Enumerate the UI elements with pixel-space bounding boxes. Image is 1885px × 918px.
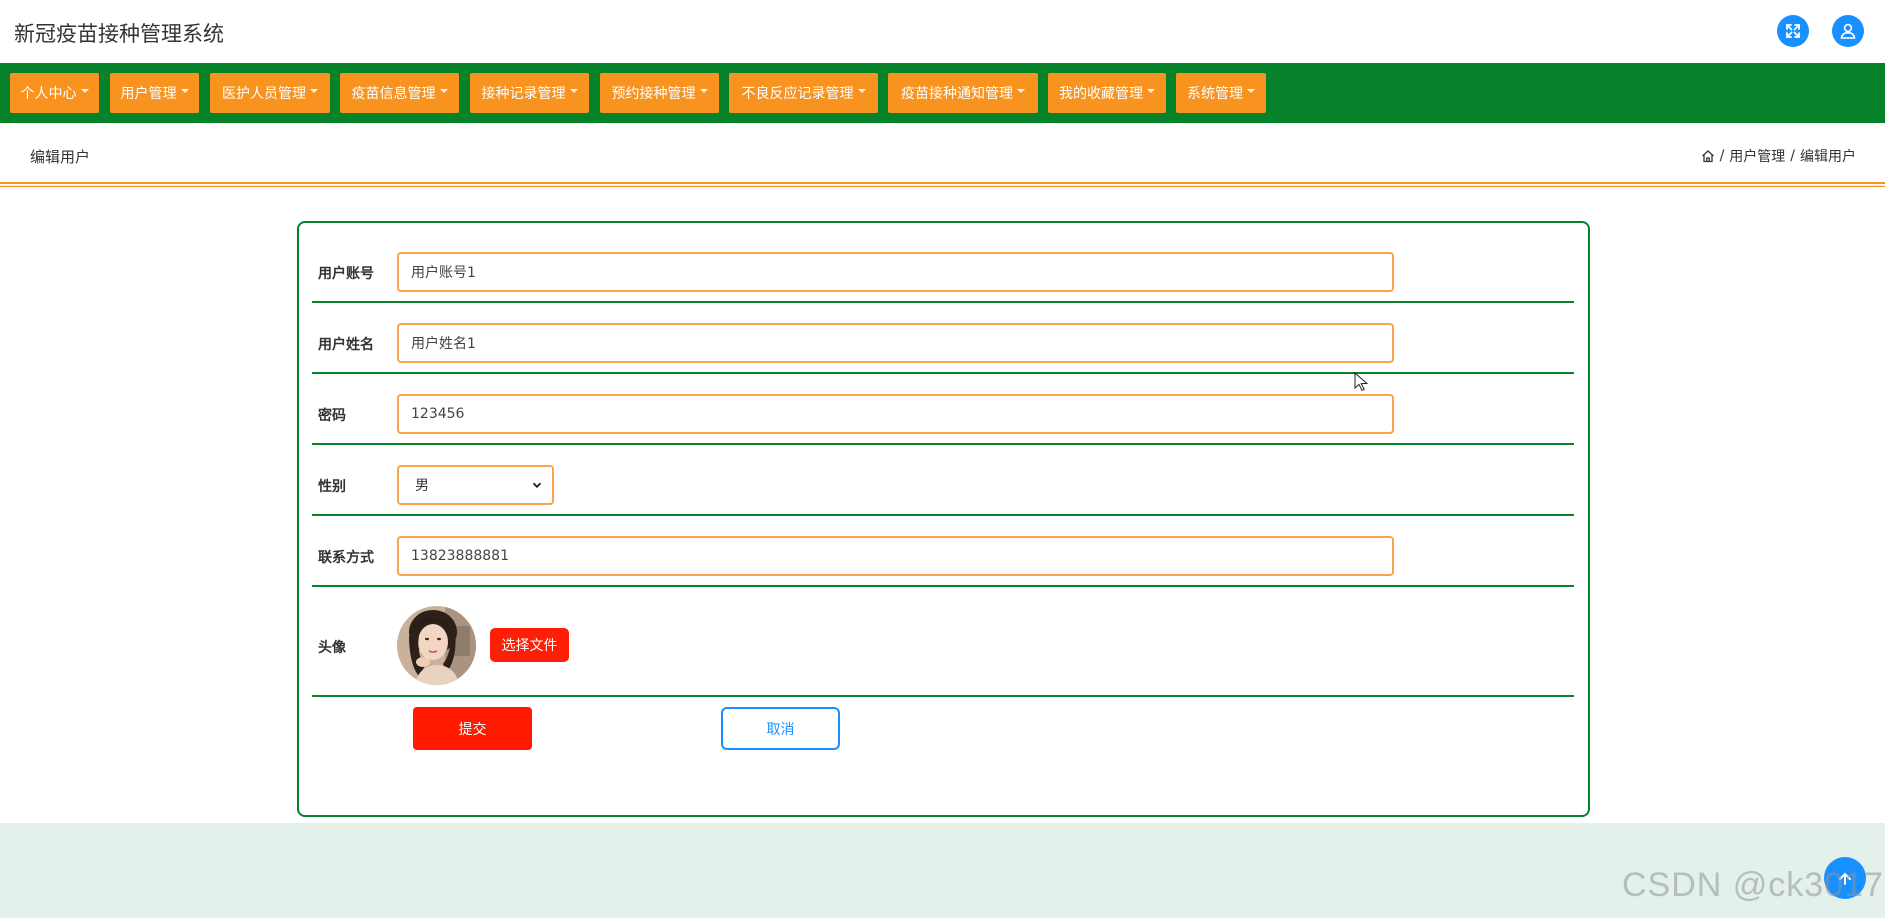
phone-input[interactable]	[397, 536, 1394, 576]
nav-item-favorites-management[interactable]: 我的收藏管理	[1048, 73, 1166, 113]
row-divider	[312, 301, 1574, 303]
breadcrumb-item-user-management[interactable]: 用户管理	[1729, 146, 1785, 166]
breadcrumb-bar: 编辑用户 / 用户管理 / 编辑用户	[0, 123, 1885, 185]
nav-item-label: 系统管理	[1187, 86, 1243, 102]
choose-file-button[interactable]: 选择文件	[490, 628, 569, 662]
nav-item-label: 用户管理	[120, 86, 177, 102]
fullscreen-icon[interactable]	[1777, 15, 1809, 47]
caret-down-icon	[310, 89, 318, 93]
nav-item-user-management[interactable]: 用户管理	[110, 73, 199, 113]
avatar-label: 头像	[318, 640, 346, 656]
nav-item-vaccination-notice-management[interactable]: 疫苗接种通知管理	[888, 73, 1038, 113]
nav-item-personal-center[interactable]: 个人中心	[10, 73, 99, 113]
row-divider	[312, 585, 1574, 587]
caret-down-icon	[1017, 89, 1025, 93]
app-title: 新冠疫苗接种管理系统	[14, 22, 224, 46]
watermark: CSDN @ck3017	[1622, 866, 1884, 904]
home-icon[interactable]	[1701, 149, 1715, 163]
gender-label: 性别	[318, 479, 346, 495]
main-nav: 个人中心 用户管理 医护人员管理 疫苗信息管理 接种记录管理 预约接种管理 不良…	[0, 63, 1885, 123]
avatar-image	[397, 606, 476, 685]
name-input[interactable]	[397, 323, 1394, 363]
nav-item-label: 我的收藏管理	[1059, 86, 1143, 102]
submit-button[interactable]: 提交	[413, 707, 532, 750]
cancel-button[interactable]: 取消	[721, 707, 840, 750]
password-label: 密码	[318, 408, 346, 424]
nav-item-vaccination-record-management[interactable]: 接种记录管理	[470, 73, 589, 113]
name-label: 用户姓名	[318, 337, 374, 353]
nav-item-label: 医护人员管理	[222, 86, 306, 102]
nav-item-appointment-management[interactable]: 预约接种管理	[600, 73, 719, 113]
mouse-cursor-icon	[1354, 372, 1368, 392]
row-divider	[312, 695, 1574, 697]
caret-down-icon	[1147, 89, 1155, 93]
breadcrumb-item-edit-user: 编辑用户	[1800, 149, 1856, 165]
phone-label: 联系方式	[318, 550, 374, 566]
caret-down-icon	[439, 89, 448, 93]
breadcrumb-separator: /	[1790, 148, 1795, 164]
caret-down-icon	[80, 89, 89, 93]
nav-item-label: 个人中心	[20, 86, 77, 102]
nav-item-label: 预约接种管理	[611, 86, 696, 102]
gender-select[interactable]: 男	[397, 465, 554, 505]
account-label: 用户账号	[318, 266, 374, 282]
gender-select-value: 男	[415, 478, 429, 494]
account-input[interactable]	[397, 252, 1394, 292]
nav-item-label: 疫苗接种通知管理	[901, 86, 1013, 102]
breadcrumb: / 用户管理 / 编辑用户	[1701, 146, 1856, 166]
header-divider	[0, 182, 1885, 184]
caret-down-icon	[1247, 89, 1255, 93]
page-title: 编辑用户	[30, 148, 91, 166]
caret-down-icon	[699, 89, 708, 93]
nav-item-medical-staff-management[interactable]: 医护人员管理	[210, 73, 330, 113]
user-icon[interactable]	[1832, 15, 1864, 47]
nav-item-system-management[interactable]: 系统管理	[1176, 73, 1266, 113]
row-divider	[312, 372, 1574, 374]
caret-down-icon	[569, 89, 578, 93]
nav-item-adverse-reaction-management[interactable]: 不良反应记录管理	[729, 73, 878, 113]
nav-item-label: 接种记录管理	[481, 86, 566, 102]
nav-item-label: 疫苗信息管理	[351, 86, 436, 102]
caret-down-icon	[180, 89, 189, 93]
caret-down-icon	[857, 89, 866, 93]
nav-item-vaccine-info-management[interactable]: 疫苗信息管理	[340, 73, 459, 113]
top-header: 新冠疫苗接种管理系统	[0, 0, 1885, 63]
nav-item-label: 不良反应记录管理	[741, 86, 854, 102]
breadcrumb-separator: /	[1719, 148, 1725, 164]
chevron-down-icon	[532, 482, 542, 489]
row-divider	[312, 443, 1574, 445]
password-input[interactable]	[397, 394, 1394, 434]
row-divider	[312, 514, 1574, 516]
